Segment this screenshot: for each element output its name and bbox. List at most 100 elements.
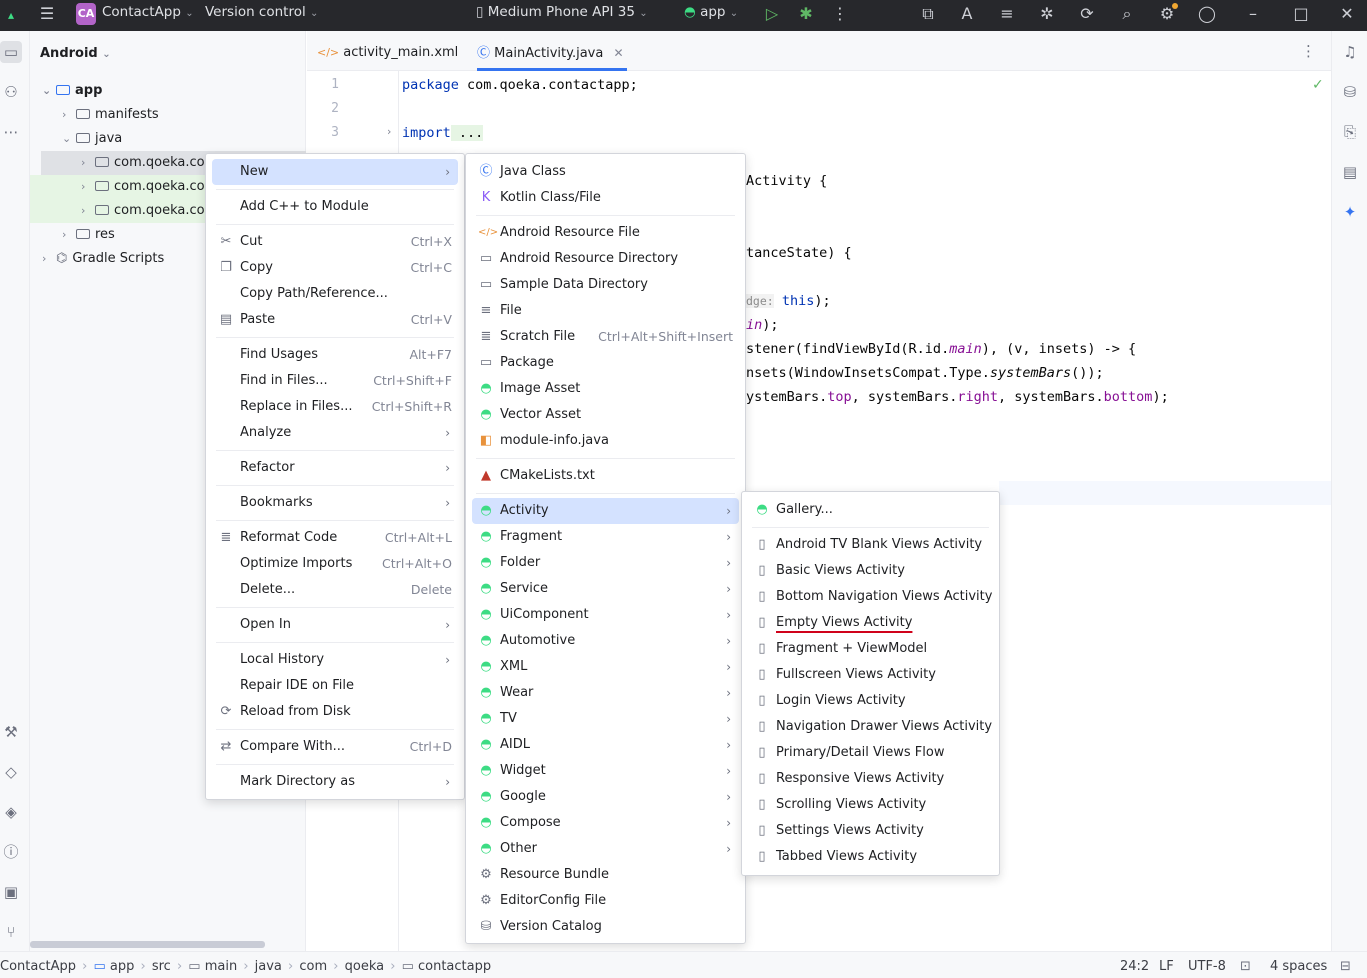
menu-item-repair-ide-on-file[interactable]: Repair IDE on File <box>212 673 458 699</box>
menu-item-bookmarks[interactable]: Bookmarks › <box>212 490 458 516</box>
menu-item-reformat-code[interactable]: ≣ Reformat Code Ctrl+Alt+L <box>212 525 458 551</box>
breadcrumb-item[interactable]: main <box>205 959 237 974</box>
close-tab-icon[interactable]: ✕ <box>613 46 623 60</box>
tree-item-java[interactable]: ⌄ java <box>62 127 122 151</box>
menu-item-copy-path-reference[interactable]: Copy Path/Reference... <box>212 281 458 307</box>
run-icon[interactable]: ▷ <box>761 3 783 25</box>
problems-icon[interactable]: ⓘ <box>0 841 22 863</box>
menu-item-widget[interactable]: ◓ Widget › <box>472 758 739 784</box>
menu-item-file[interactable]: ≡ File <box>472 298 739 324</box>
breadcrumb-item[interactable]: java <box>255 959 282 974</box>
menu-item-package[interactable]: ▭ Package <box>472 350 739 376</box>
menu-item-module-info-java[interactable]: ◧ module-info.java <box>472 428 739 454</box>
menu-item-mark-directory-as[interactable]: Mark Directory as › <box>212 769 458 795</box>
translate-icon[interactable]: A <box>956 3 978 25</box>
menu-item-copy[interactable]: ❐ Copy Ctrl+C <box>212 255 458 281</box>
tab-main-activity-java[interactable]: Ⓒ MainActivity.java ✕ <box>477 31 624 71</box>
app-inspection-icon[interactable]: ◈ <box>0 801 22 823</box>
menu-item-google[interactable]: ◓ Google › <box>472 784 739 810</box>
menu-item-reload-from-disk[interactable]: ⟳ Reload from Disk <box>212 699 458 725</box>
menu-item-login-views-activity[interactable]: ▯ Login Views Activity <box>748 688 993 714</box>
tree-item-res[interactable]: › res <box>62 223 115 247</box>
menu-item-tv[interactable]: ◓ TV › <box>472 706 739 732</box>
menu-item-bottom-navigation-views-activity[interactable]: ▯ Bottom Navigation Views Activity <box>748 584 993 610</box>
logcat-icon[interactable]: ≡ <box>996 3 1018 25</box>
menu-item-service[interactable]: ◓ Service › <box>472 576 739 602</box>
menu-item-find-in-files[interactable]: Find in Files... Ctrl+Shift+F <box>212 368 458 394</box>
menu-item-android-resource-directory[interactable]: ▭ Android Resource Directory <box>472 246 739 272</box>
horizontal-scrollbar[interactable] <box>30 941 265 948</box>
account-icon[interactable]: ◯ <box>1196 3 1218 25</box>
menu-item-resource-bundle[interactable]: ⚙ Resource Bundle <box>472 862 739 888</box>
breadcrumb-item[interactable]: src <box>152 959 171 974</box>
bug-icon[interactable]: ✲ <box>1036 3 1058 25</box>
menu-item-navigation-drawer-views-activity[interactable]: ▯ Navigation Drawer Views Activity <box>748 714 993 740</box>
menu-item-settings-views-activity[interactable]: ▯ Settings Views Activity <box>748 818 993 844</box>
menu-item-new[interactable]: New › <box>212 159 458 185</box>
notifications-icon[interactable]: ♫ <box>1339 41 1361 63</box>
search-icon[interactable]: ⌕ <box>1116 3 1138 25</box>
menu-item-android-tv-blank-views-activity[interactable]: ▯ Android TV Blank Views Activity <box>748 532 993 558</box>
menu-item-kotlin-class-file[interactable]: K Kotlin Class/File <box>472 185 739 211</box>
breadcrumb-item[interactable]: contactapp <box>418 959 491 974</box>
device-file-explorer-icon[interactable]: ⎘ <box>1339 121 1361 143</box>
menu-item-uicomponent[interactable]: ◓ UiComponent › <box>472 602 739 628</box>
git-icon[interactable]: ⑂ <box>0 921 22 943</box>
menu-item-wear[interactable]: ◓ Wear › <box>472 680 739 706</box>
folded-imports[interactable]: ... <box>450 125 484 141</box>
menu-item-version-catalog[interactable]: ⛁ Version Catalog <box>472 914 739 940</box>
menu-item-fullscreen-views-activity[interactable]: ▯ Fullscreen Views Activity <box>748 662 993 688</box>
tree-item-manifests[interactable]: › manifests <box>62 103 159 127</box>
project-folder-icon[interactable]: ▭ <box>0 41 22 63</box>
hamburger-menu-icon[interactable]: ☰ <box>36 3 58 25</box>
menu-item-cmakelists-txt[interactable]: ▲ CMakeLists.txt <box>472 463 739 489</box>
tree-item-gradle-scripts[interactable]: › ⌬ Gradle Scripts <box>42 247 164 271</box>
menu-item-tabbed-views-activity[interactable]: ▯ Tabbed Views Activity <box>748 844 993 870</box>
menu-item-aidl[interactable]: ◓ AIDL › <box>472 732 739 758</box>
line-separator[interactable]: LF <box>1159 952 1174 978</box>
menu-item-compare-with[interactable]: ⇄ Compare With... Ctrl+D <box>212 734 458 760</box>
caret-position[interactable]: 24:2 <box>1120 952 1149 978</box>
more-tools-icon[interactable]: ⋯ <box>0 121 22 143</box>
gemini-sparkle-icon[interactable]: ✦ <box>1339 201 1361 223</box>
menu-item-android-resource-file[interactable]: </> Android Resource File <box>472 220 739 246</box>
menu-item-vector-asset[interactable]: ◓ Vector Asset <box>472 402 739 428</box>
run-config-selector[interactable]: ◓ app ⌄ <box>684 0 738 31</box>
menu-item-find-usages[interactable]: Find Usages Alt+F7 <box>212 342 458 368</box>
menu-item-open-in[interactable]: Open In › <box>212 612 458 638</box>
menu-item-analyze[interactable]: Analyze › <box>212 420 458 446</box>
file-encoding[interactable]: UTF-8 <box>1188 952 1226 978</box>
readonly-lock-icon[interactable]: ⊡ <box>1240 952 1251 978</box>
menu-item-responsive-views-activity[interactable]: ▯ Responsive Views Activity <box>748 766 993 792</box>
menu-item-delete[interactable]: Delete... Delete <box>212 577 458 603</box>
menu-item-folder[interactable]: ◓ Folder › <box>472 550 739 576</box>
build-hammer-icon[interactable]: ⚒ <box>0 721 22 743</box>
menu-item-refactor[interactable]: Refactor › <box>212 455 458 481</box>
menu-item-java-class[interactable]: Ⓒ Java Class <box>472 159 739 185</box>
maximize-icon[interactable]: □ <box>1290 3 1312 25</box>
menu-item-activity[interactable]: ◓ Activity › <box>472 498 739 524</box>
breadcrumb-item[interactable]: com <box>299 959 327 974</box>
terminal-icon[interactable]: ▣ <box>0 881 22 903</box>
menu-item-basic-views-activity[interactable]: ▯ Basic Views Activity <box>748 558 993 584</box>
menu-item-optimize-imports[interactable]: Optimize Imports Ctrl+Alt+O <box>212 551 458 577</box>
device-selector[interactable]: ▯ Medium Phone API 35 ⌄ <box>476 0 648 31</box>
tab-options-icon[interactable]: ⋮ <box>1301 42 1316 60</box>
menu-item-add-c-to-module[interactable]: Add C++ to Module <box>212 194 458 220</box>
menu-item-compose[interactable]: ◓ Compose › <box>472 810 739 836</box>
menu-item-image-asset[interactable]: ◓ Image Asset <box>472 376 739 402</box>
menu-item-empty-views-activity[interactable]: ▯ Empty Views Activity <box>748 610 993 636</box>
indent-setting[interactable]: 4 spaces <box>1270 952 1327 978</box>
menu-item-replace-in-files[interactable]: Replace in Files... Ctrl+Shift+R <box>212 394 458 420</box>
more-actions-icon[interactable]: ⋮ <box>829 3 851 25</box>
debug-icon[interactable]: ✱ <box>795 3 817 25</box>
menu-item-scrolling-views-activity[interactable]: ▯ Scrolling Views Activity <box>748 792 993 818</box>
project-switcher[interactable]: ContactApp ⌄ <box>102 0 194 31</box>
vcs-menu[interactable]: Version control ⌄ <box>205 0 318 31</box>
gradle-elephant-icon[interactable]: ⛁ <box>1339 81 1361 103</box>
breadcrumb-item[interactable]: app <box>110 959 134 974</box>
memory-indicator-icon[interactable]: ⊟ <box>1340 952 1351 978</box>
gem-icon[interactable]: ◇ <box>0 761 22 783</box>
menu-item-sample-data-directory[interactable]: ▭ Sample Data Directory <box>472 272 739 298</box>
menu-item-fragment-viewmodel[interactable]: ▯ Fragment + ViewModel <box>748 636 993 662</box>
